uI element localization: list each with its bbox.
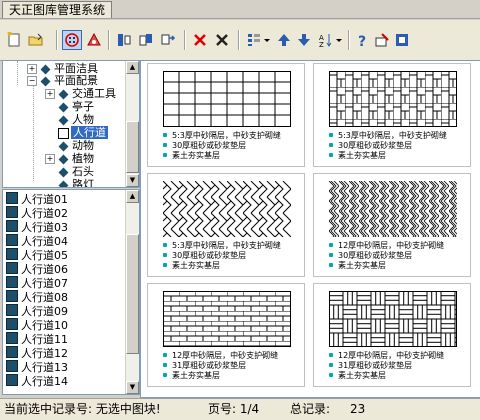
category-icon [58, 154, 69, 164]
total-records-value: 23 [350, 402, 366, 416]
scroll-thumb[interactable] [126, 234, 139, 354]
tree-item[interactable]: 路灯 [57, 178, 94, 187]
scroll-down-icon[interactable]: ▼ [126, 381, 139, 394]
title-bar: 天正图库管理系统 [0, 0, 480, 19]
list-item[interactable]: 人行道02 [6, 206, 68, 220]
block-icon [6, 318, 18, 330]
grid-view-icon[interactable] [62, 30, 82, 50]
block-icon [6, 220, 18, 232]
list-item[interactable]: 人行道13 [6, 360, 68, 374]
list-item[interactable]: 人行道06 [6, 262, 68, 276]
current-record-status: 当前选中记录号: 无选中图块! [4, 402, 161, 416]
category-icon [40, 64, 51, 74]
block-icon [6, 248, 18, 260]
tree-scrollbar[interactable]: ▲ ▼ [125, 61, 139, 187]
list-item[interactable]: 人行道11 [6, 332, 68, 346]
tree-item[interactable]: 亭子 [57, 100, 94, 113]
list-item[interactable]: 人行道01 [6, 192, 68, 206]
scroll-down-icon[interactable]: ▼ [126, 174, 139, 187]
block-icon [6, 374, 18, 386]
category-icon [58, 102, 69, 112]
expand-icon[interactable]: + [45, 154, 55, 164]
block-icon [6, 304, 18, 316]
category-icon [58, 115, 69, 125]
svg-text:?: ? [358, 34, 366, 48]
block-list: 人行道01 人行道02 人行道03 人行道04 人行道05 人行道06 人行道0… [2, 189, 140, 395]
view-icon[interactable] [244, 30, 264, 50]
block-icon [6, 192, 18, 204]
close-icon[interactable] [212, 30, 232, 50]
replace-icon[interactable] [158, 30, 178, 50]
category-icon [58, 89, 69, 99]
list-item[interactable]: 人行道07 [6, 276, 68, 290]
list-item[interactable]: 人行道05 [6, 248, 68, 262]
import-icon[interactable] [136, 30, 156, 50]
block-icon [6, 346, 18, 358]
category-icon [58, 180, 69, 187]
open-icon[interactable] [26, 30, 46, 50]
up-icon[interactable] [274, 30, 294, 50]
help-icon[interactable]: ? [352, 30, 372, 50]
stack-bond-pattern [163, 71, 291, 127]
expand-icon[interactable]: + [45, 89, 55, 99]
block-icon [6, 290, 18, 302]
category-icon [58, 141, 69, 151]
window-title: 天正图库管理系统 [2, 1, 113, 18]
page-number: 页号: 1/4 [208, 402, 260, 416]
collapse-icon[interactable]: − [27, 76, 37, 86]
list-item[interactable]: 人行道10 [6, 318, 68, 332]
double-herringbone-pattern [329, 181, 457, 237]
preview-grid: 5:3厚中砂隔层，中砂支护砌缝 30厚粗砂或砂浆垫层 素土夯实基层 5:3厚中砂… [140, 60, 480, 398]
block-icon [6, 206, 18, 218]
list-item[interactable]: 人行道04 [6, 234, 68, 248]
expand-icon[interactable]: + [27, 64, 37, 74]
herringbone-pattern [163, 181, 291, 237]
folder-open-icon [58, 127, 69, 139]
parquet-pattern [329, 291, 457, 347]
settings-icon[interactable] [372, 30, 392, 50]
status-bar: 当前选中记录号: 无选中图块! 页号: 1/4 总记录: 23 [0, 398, 480, 420]
svg-text:Z: Z [319, 41, 324, 48]
tree-item[interactable]: 植物 [57, 152, 94, 165]
down-icon[interactable] [294, 30, 314, 50]
category-tree: + 平面洁具 − 平面配景 + 交通工具 亭子 人物 人行道 动物 + 植物 石… [2, 60, 140, 188]
export-icon[interactable] [114, 30, 134, 50]
tree-item[interactable]: 动物 [57, 139, 94, 152]
scroll-up-icon[interactable]: ▲ [126, 190, 139, 203]
block-icon [6, 234, 18, 246]
category-icon [58, 167, 69, 177]
tree-item-selected[interactable]: 人行道 [57, 126, 108, 139]
block-icon [6, 262, 18, 274]
list-item[interactable]: 人行道09 [6, 304, 68, 318]
block-icon [6, 332, 18, 344]
list-item[interactable]: 人行道12 [6, 346, 68, 360]
scroll-up-icon[interactable]: ▲ [126, 61, 139, 74]
category-icon [40, 76, 51, 86]
block-icon [6, 360, 18, 372]
chevron-down-icon[interactable] [334, 30, 344, 50]
list-scrollbar[interactable]: ▲ ▼ [125, 190, 139, 394]
list-item[interactable]: 人行道14 [6, 374, 68, 388]
delete-icon[interactable] [190, 30, 210, 50]
scroll-thumb[interactable] [126, 121, 139, 173]
toolbar: AZ ? [0, 20, 480, 61]
list-item[interactable]: 人行道08 [6, 290, 68, 304]
library-icon[interactable] [84, 30, 104, 50]
tree-item[interactable]: 石头 [57, 165, 94, 178]
tree-item[interactable]: 平面配景 [39, 74, 98, 87]
tool-icon[interactable] [392, 30, 412, 50]
total-records-label: 总记录: [290, 402, 331, 416]
basket-weave-pattern [329, 71, 457, 127]
tree-item[interactable]: 交通工具 [57, 87, 116, 100]
chevron-down-icon[interactable] [262, 30, 272, 50]
tree-item[interactable]: 人物 [57, 113, 94, 126]
sort-icon[interactable]: AZ [316, 30, 336, 50]
new-icon[interactable] [4, 30, 24, 50]
list-item[interactable]: 人行道03 [6, 220, 68, 234]
block-icon [6, 276, 18, 288]
running-bond-pattern [163, 291, 291, 347]
